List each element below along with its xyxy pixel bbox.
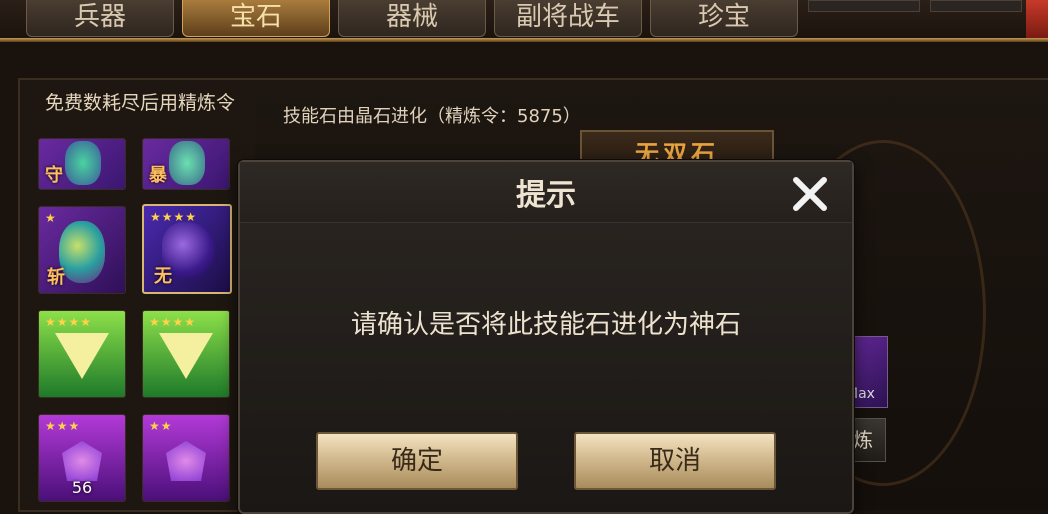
gem-slot-selected[interactable]: ★★★★ 无 — [142, 204, 232, 294]
confirm-button[interactable]: 确定 — [316, 432, 518, 490]
evolution-info-text: 技能石由晶石进化（精炼令：5875） — [283, 106, 581, 127]
cancel-button[interactable]: 取消 — [574, 432, 776, 490]
close-window-button[interactable] — [1026, 0, 1048, 38]
inventory-title: 免费数耗尽后用精炼令 — [44, 92, 235, 114]
divider — [0, 38, 1048, 42]
dialog-title: 提示 — [516, 178, 576, 213]
gem-slot[interactable]: ★★★★ — [142, 310, 230, 398]
tab-gems[interactable]: 宝石 — [182, 0, 330, 37]
dialog-message: 请确认是否将此技能石进化为神石 — [350, 310, 741, 340]
gem-slot[interactable]: ★★ — [142, 414, 230, 502]
tab-weapons[interactable]: 兵器 — [26, 0, 174, 37]
confirm-dialog: 提示 请确认是否将此技能石进化为神石 确定 取消 — [238, 160, 854, 514]
gem-slot[interactable]: ★★★ 56 — [38, 414, 126, 502]
tab-treasure[interactable]: 珍宝 — [650, 0, 798, 37]
close-icon[interactable] — [788, 172, 832, 216]
gem-slot[interactable]: ★★★★ — [38, 310, 126, 398]
gem-slot[interactable]: 守 — [38, 138, 126, 190]
resource-display — [808, 0, 920, 12]
gem-slot[interactable]: ★ 斩 — [38, 206, 126, 294]
gem-slot[interactable]: 暴 — [142, 138, 230, 190]
gem-inventory-panel: 免费数耗尽后用精炼令 守 暴 ★ 斩 ★★★★ 无 ★★★★ ★★★★ ★★★ … — [18, 78, 262, 512]
resource-display-2 — [930, 0, 1022, 12]
tab-equipment[interactable]: 器械 — [338, 0, 486, 37]
tab-deputy-chariot[interactable]: 副将战车 — [494, 0, 642, 37]
